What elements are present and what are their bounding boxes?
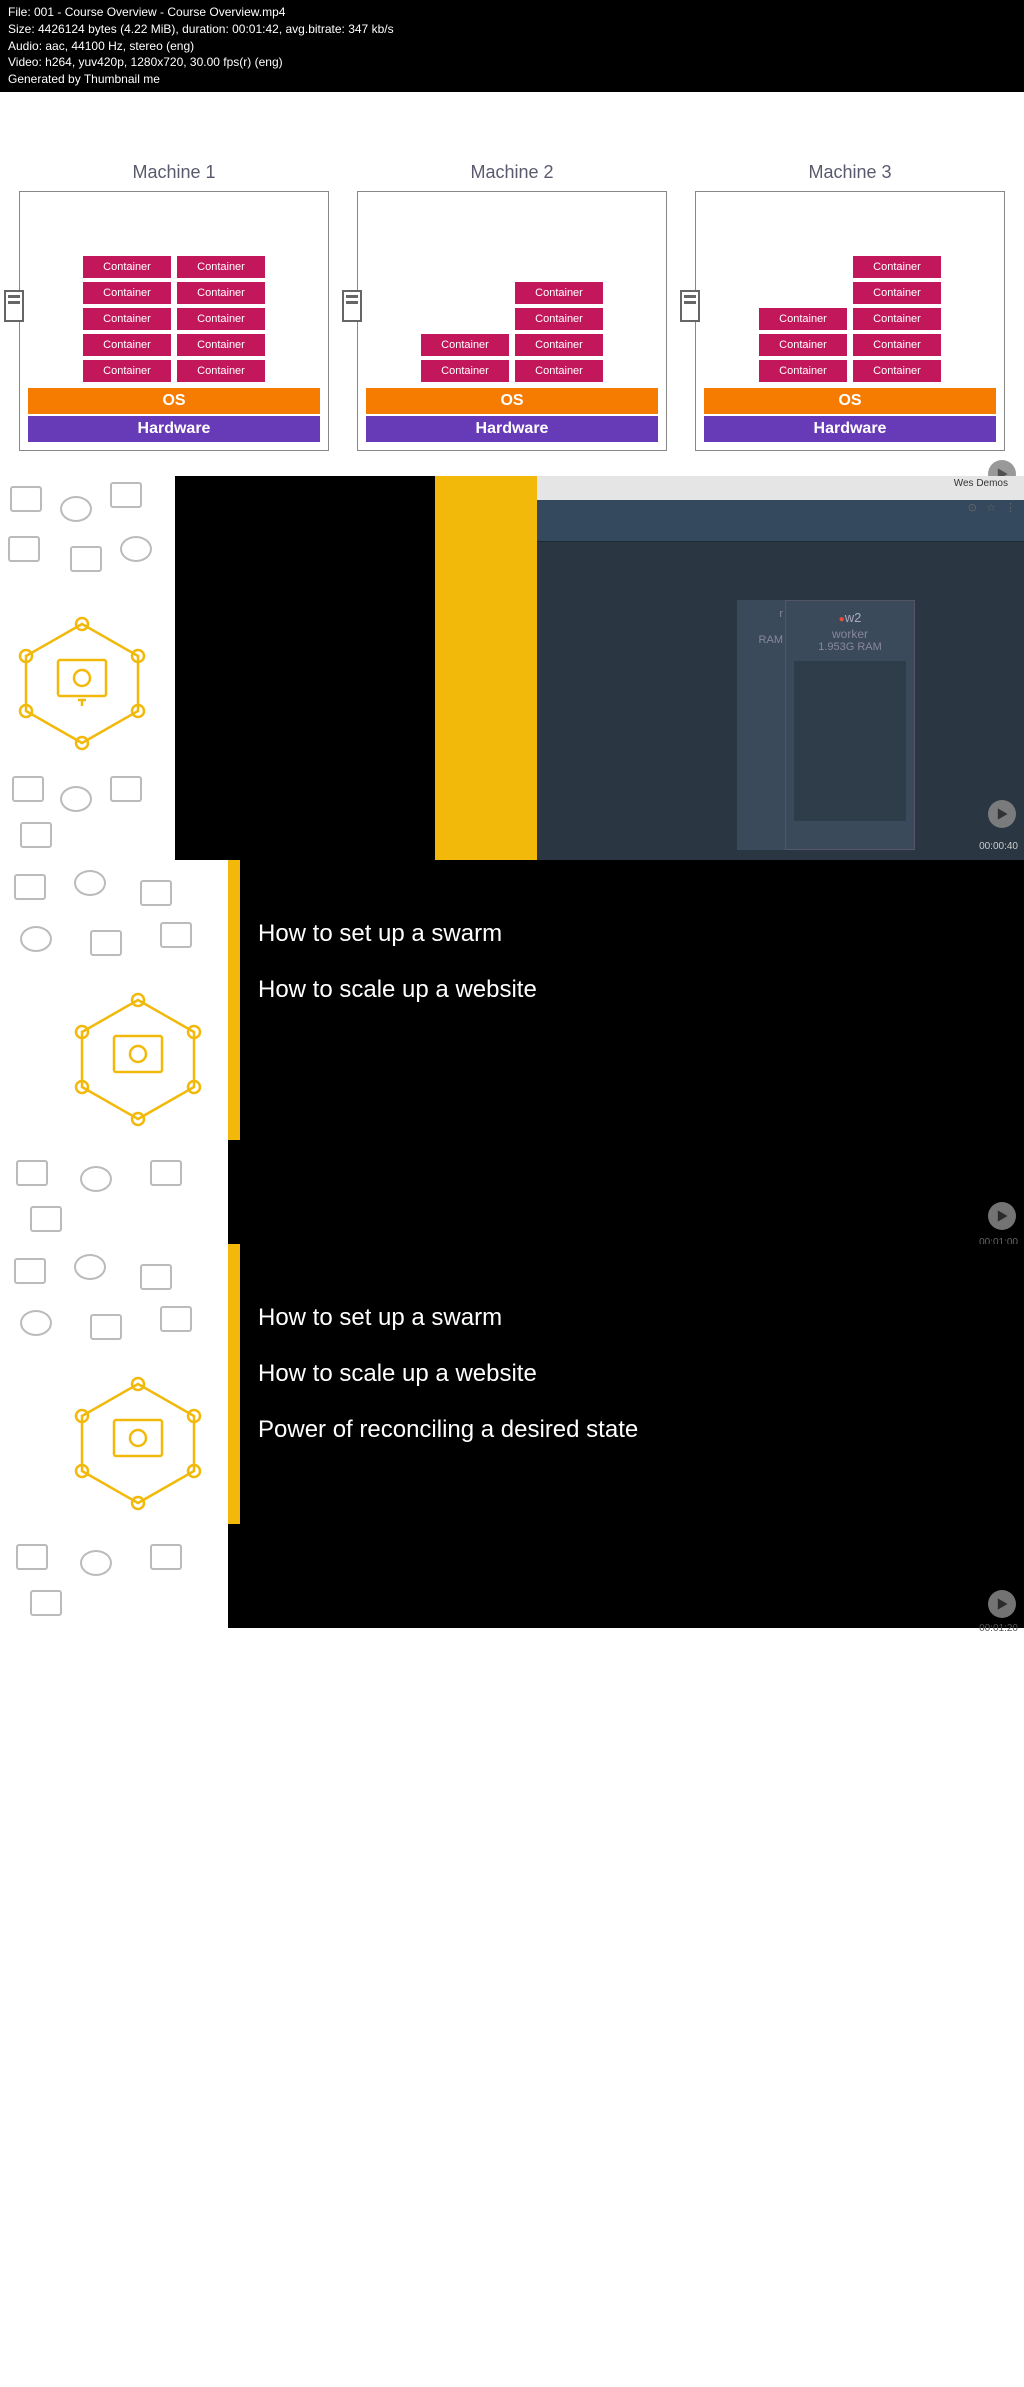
server-icon — [680, 290, 700, 322]
browser-controls: ⊙ ☆ ⋮ — [968, 501, 1016, 514]
app-header — [537, 500, 1024, 542]
file-size: Size: 4426124 bytes (4.22 MiB), duration… — [8, 21, 1016, 38]
node-ram: 1.953G RAM — [794, 641, 906, 653]
node-card-w2[interactable]: ●w2 worker 1.953G RAM — [785, 600, 915, 850]
node-body — [794, 661, 906, 821]
machine-3-box: Container Container ContainerContainer C… — [695, 191, 1005, 451]
file-name: File: 001 - Course Overview - Course Ove… — [8, 4, 1016, 21]
yellow-stripe — [228, 1244, 240, 1524]
bullet-2: How to scale up a website — [258, 976, 994, 1004]
play-icon[interactable] — [988, 1202, 1016, 1230]
timestamp: 00:01:20 — [979, 1623, 1018, 1634]
yellow-stripe — [228, 860, 240, 1140]
bullet-1: How to set up a swarm — [258, 1304, 994, 1332]
thumbnail-2: Wes Demos ⊙ ☆ ⋮ r RAM ●w2 worker 1.953G … — [0, 476, 1024, 860]
timestamp: 00:00:40 — [979, 841, 1018, 852]
decorative-sidebar — [0, 476, 175, 860]
network-hex-icon — [2, 616, 162, 751]
thumbnail-4: How to set up a swarm How to scale up a … — [0, 1244, 1024, 1628]
machine-3-title: Machine 3 — [695, 162, 1005, 183]
bullet-3: Power of reconciling a desired state — [258, 1416, 994, 1444]
decorative-sidebar — [0, 860, 228, 1244]
node-name: w2 — [845, 610, 862, 625]
browser-tab: Wes Demos — [954, 478, 1008, 489]
black-panel — [175, 476, 435, 860]
slide-content: How to set up a swarm How to scale up a … — [228, 860, 1024, 1244]
slide-content: How to set up a swarm How to scale up a … — [228, 1244, 1024, 1628]
machine-2-box: Container Container ContainerContainer C… — [357, 191, 667, 451]
hardware-bar: Hardware — [28, 416, 320, 442]
decorative-sidebar — [0, 1244, 228, 1628]
os-bar: OS — [28, 388, 320, 414]
server-icon — [342, 290, 362, 322]
search-icon[interactable]: ⊙ — [968, 502, 977, 514]
play-icon[interactable] — [988, 1590, 1016, 1618]
generator: Generated by Thumbnail me — [8, 71, 1016, 88]
machine-2-title: Machine 2 — [357, 162, 667, 183]
node-role: worker — [794, 627, 906, 641]
star-icon[interactable]: ☆ — [986, 502, 996, 514]
machine-1-title: Machine 1 — [19, 162, 329, 183]
play-icon[interactable] — [988, 800, 1016, 828]
browser-window: Wes Demos ⊙ ☆ ⋮ r RAM ●w2 worker 1.953G … — [537, 476, 1024, 860]
thumbnail-3: How to set up a swarm How to scale up a … — [0, 860, 1024, 1244]
server-icon — [4, 290, 24, 322]
bullet-1: How to set up a swarm — [258, 920, 994, 948]
container-box: Container — [83, 256, 171, 278]
yellow-panel — [435, 476, 537, 860]
network-hex-icon — [58, 1376, 218, 1511]
menu-icon[interactable]: ⋮ — [1005, 502, 1016, 514]
machine-1-box: ContainerContainer ContainerContainer Co… — [19, 191, 329, 451]
node-card-partial: r RAM — [737, 600, 785, 850]
file-info-header: File: 001 - Course Overview - Course Ove… — [0, 0, 1024, 92]
video-info: Video: h264, yuv420p, 1280x720, 30.00 fp… — [8, 54, 1016, 71]
bullet-2: How to scale up a website — [258, 1360, 994, 1388]
thumbnail-1: Machine 1 ContainerContainer ContainerCo… — [0, 92, 1024, 476]
network-hex-icon — [58, 992, 218, 1127]
audio-info: Audio: aac, 44100 Hz, stereo (eng) — [8, 38, 1016, 55]
